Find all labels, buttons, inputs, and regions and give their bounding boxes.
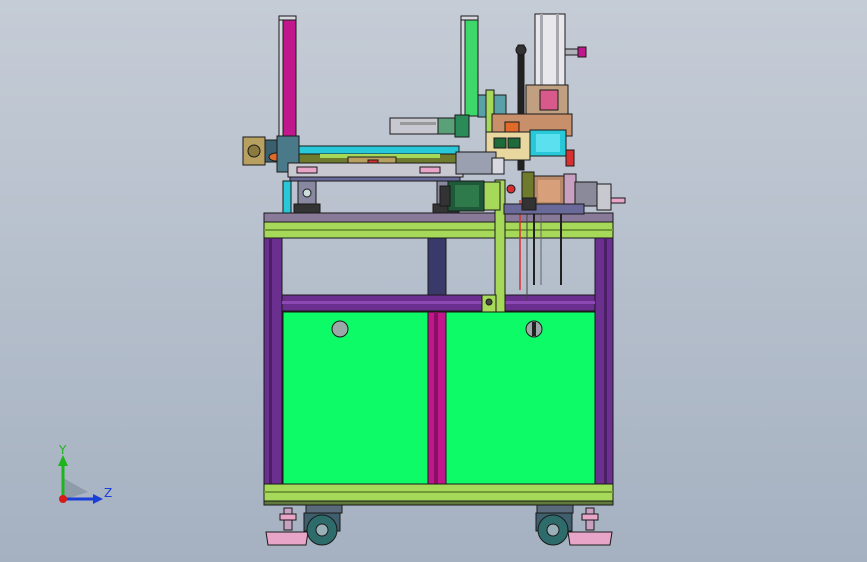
bottom-plate — [263, 500, 614, 506]
left-gantry — [242, 135, 464, 214]
right-leveling-foot — [567, 531, 613, 546]
linear-rail — [298, 145, 460, 155]
right-door-panel — [445, 311, 596, 485]
machine-model[interactable] — [0, 0, 867, 562]
drive-motor — [439, 180, 501, 212]
left-column — [278, 15, 297, 145]
inner-post — [427, 237, 447, 297]
left-post — [263, 237, 283, 485]
feet-and-casters — [265, 504, 613, 546]
air-cylinder — [389, 114, 470, 138]
left-door-hole — [331, 320, 349, 338]
cad-viewport[interactable]: Y Z — [0, 0, 867, 562]
left-leveling-foot — [265, 531, 309, 546]
tape-reel — [534, 13, 566, 91]
left-door-panel — [282, 311, 429, 485]
